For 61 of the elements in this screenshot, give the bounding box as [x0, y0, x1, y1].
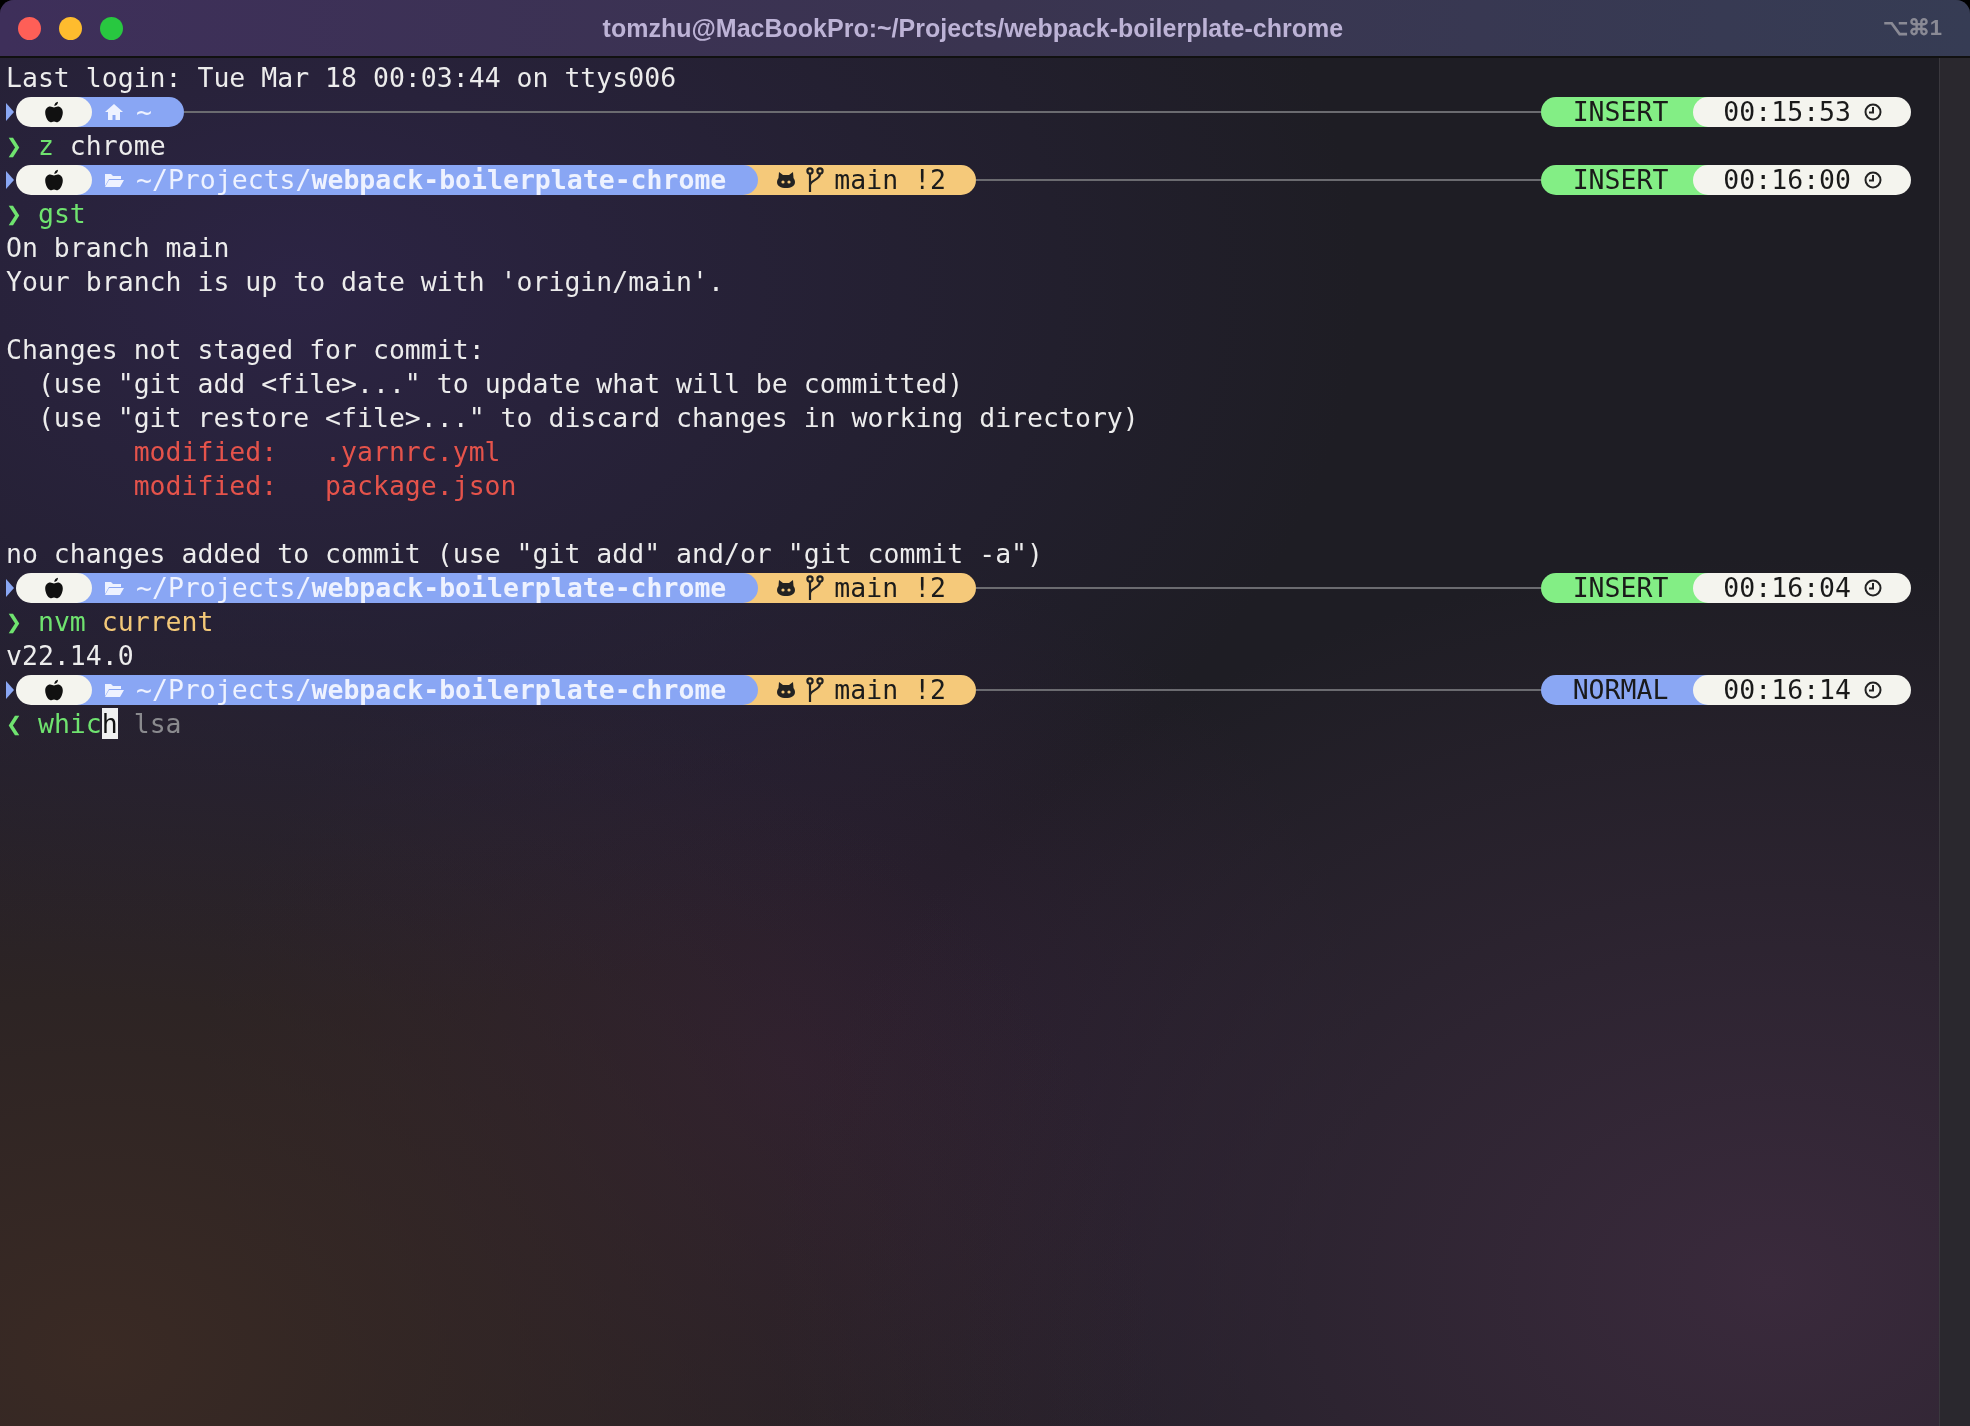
folder-icon	[104, 682, 124, 698]
output-text: no changes added to commit (use "git add" and/or "git commit -a")	[6, 538, 1044, 569]
octocat-icon	[776, 681, 797, 699]
file-status-label: modified:	[133, 469, 279, 503]
output-text: Your branch is up to date with 'origin/main'.	[6, 266, 724, 297]
path-text: ~	[136, 97, 152, 127]
output-text: Changes not staged for commit:	[6, 334, 485, 365]
autosuggestion-text: lsa	[132, 708, 182, 739]
output-text: v22.14.0	[6, 640, 134, 671]
shortcut-label: ⌥⌘1	[1882, 15, 1943, 41]
apple-icon	[44, 679, 64, 701]
branch-icon	[806, 677, 825, 703]
prompt-symbol: ❯	[6, 606, 22, 637]
git-status: !2	[914, 675, 947, 705]
branch-icon	[806, 167, 825, 193]
output-text: (use "git add <file>..." to update what will be committed)	[36, 368, 964, 399]
command-text: nvm	[37, 606, 86, 637]
argument-text: chrome	[68, 130, 166, 161]
close-button[interactable]	[18, 16, 41, 40]
command-text: z	[37, 130, 54, 161]
output-text: Last login: Tue Mar 18 00:03:44 on ttys006	[6, 62, 677, 93]
time-text: 00:16:04	[1723, 573, 1851, 603]
file-status-label: modified:	[133, 435, 279, 469]
branch-name: main	[834, 675, 899, 705]
branch-name: main	[834, 573, 899, 603]
clock-icon	[1863, 170, 1883, 190]
output-text: On branch main	[6, 232, 230, 263]
clock-icon	[1863, 102, 1883, 122]
clock-icon	[1863, 578, 1883, 598]
prompt-symbol: ❯	[6, 198, 22, 229]
minimize-button[interactable]	[59, 16, 82, 40]
path-text: ~/Projects/webpack-boilerplate-chrome	[136, 165, 727, 195]
output-text: (use "git restore <file>..." to discard changes in working directory)	[36, 402, 1139, 433]
file-name: .yarnrc.yml	[325, 436, 501, 467]
window-title: tomzhu@MacBookPro:~/Projects/webpack-boilerplate-chrome	[602, 13, 1344, 43]
text-cursor: h	[101, 708, 118, 739]
argument-text: current	[100, 606, 214, 637]
folder-icon	[104, 172, 124, 188]
time-text: 00:16:00	[1723, 165, 1851, 195]
zoom-button[interactable]	[100, 16, 123, 40]
octocat-icon	[776, 579, 797, 597]
command-text: gst	[37, 198, 86, 229]
branch-name: main	[834, 165, 899, 195]
octocat-icon	[776, 171, 797, 189]
path-text: ~/Projects/webpack-boilerplate-chrome	[136, 675, 727, 705]
apple-icon	[44, 577, 64, 599]
clock-icon	[1863, 680, 1883, 700]
folder-icon	[104, 580, 124, 596]
home-icon	[104, 103, 124, 121]
time-text: 00:15:53	[1723, 97, 1851, 127]
file-name: package.json	[325, 470, 517, 501]
apple-icon	[44, 101, 64, 123]
branch-icon	[806, 575, 825, 601]
time-text: 00:16:14	[1723, 675, 1851, 705]
apple-icon	[44, 169, 64, 191]
prompt-symbol: ❯	[6, 130, 22, 161]
prompt-symbol: ❮	[6, 708, 22, 739]
command-text: whic	[37, 708, 102, 739]
git-status: !2	[914, 165, 947, 195]
git-status: !2	[914, 573, 947, 603]
path-text: ~/Projects/webpack-boilerplate-chrome	[136, 573, 727, 603]
